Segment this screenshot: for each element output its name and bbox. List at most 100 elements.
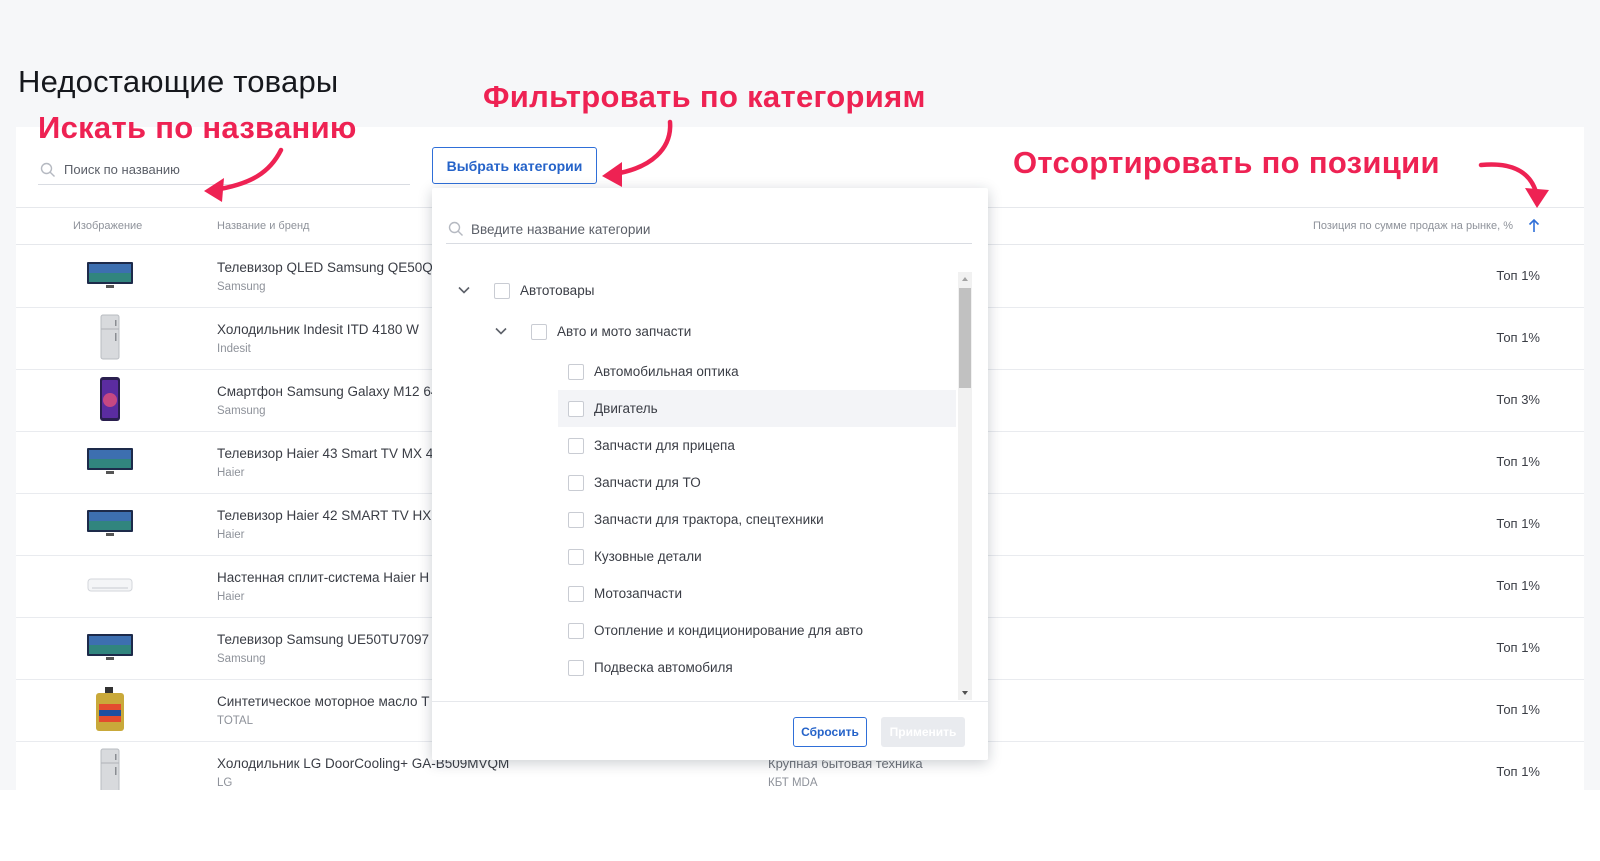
category-label: Подвеска автомобиля: [594, 660, 733, 675]
product-image: [86, 260, 134, 294]
category-label: Двигатель: [594, 401, 658, 416]
header-image: Изображение: [73, 220, 143, 232]
category-label: Авто и мото запчасти: [557, 324, 692, 339]
category-tree: Автотовары Авто и мото запчасти Автомобиль…: [432, 272, 956, 700]
product-name: Настенная сплит-система Haier H: [217, 570, 430, 585]
product-brand: Samsung: [217, 281, 266, 293]
product-position: Топ 1%: [1496, 268, 1540, 283]
category-label: Автотовары: [520, 283, 595, 298]
tv-icon: [86, 446, 134, 481]
tv-icon: [86, 632, 134, 667]
category-item[interactable]: Отопление и кондиционирование для авто: [558, 612, 956, 649]
product-position: Топ 3%: [1496, 392, 1540, 407]
search-box[interactable]: [38, 155, 410, 185]
product-brand: LG: [217, 777, 233, 789]
product-name: Смартфон Samsung Galaxy M12 64: [217, 384, 439, 399]
category-checkbox[interactable]: [568, 548, 584, 565]
product-brand: Haier: [217, 467, 245, 479]
category-checkbox[interactable]: [568, 437, 584, 454]
category-search-box[interactable]: [446, 212, 972, 244]
product-name: Телевизор Haier 42 SMART TV HX: [217, 508, 432, 523]
motor-oil-icon: [93, 686, 127, 737]
category-checkbox[interactable]: [568, 659, 584, 676]
product-image: [86, 508, 134, 542]
product-brand: Haier: [217, 591, 245, 603]
header-name-brand: Название и бренд: [217, 220, 310, 232]
category-checkbox[interactable]: [568, 363, 584, 380]
header-position[interactable]: Позиция по сумме продаж на рынке, %: [1313, 220, 1513, 232]
scroll-down-icon[interactable]: [958, 686, 972, 700]
annotation-sort: Отсортировать по позиции: [1013, 145, 1440, 180]
scroll-thumb[interactable]: [959, 288, 971, 388]
category-item[interactable]: Двигатель: [558, 390, 956, 427]
search-icon: [40, 162, 55, 177]
category-item[interactable]: Автотовары: [432, 272, 956, 309]
select-categories-button[interactable]: Выбрать категории: [432, 147, 597, 184]
category-item[interactable]: Кузовные детали: [558, 538, 956, 575]
product-name: Телевизор Samsung UE50TU7097: [217, 632, 430, 647]
category-checkbox[interactable]: [568, 585, 584, 602]
reset-button[interactable]: Сбросить: [793, 717, 867, 747]
product-name: Синтетическое моторное масло T: [217, 694, 430, 709]
tv-icon: [86, 508, 134, 543]
category-item[interactable]: Запчасти для ТО: [558, 464, 956, 501]
category-label: Запчасти для ТО: [594, 475, 701, 490]
category-checkbox[interactable]: [568, 400, 584, 417]
product-image: [86, 570, 134, 604]
fridge-icon: [98, 314, 122, 365]
category-label: Мотозапчасти: [594, 586, 683, 601]
product-position: Топ 1%: [1496, 330, 1540, 345]
category-scrollbar[interactable]: [958, 272, 972, 700]
product-name: Телевизор QLED Samsung QE50Q: [217, 260, 433, 275]
category-search-input[interactable]: [471, 217, 961, 241]
dropdown-footer: Сбросить Применить: [432, 701, 988, 760]
product-brand: Indesit: [217, 343, 251, 355]
product-position: Топ 1%: [1496, 454, 1540, 469]
category-item[interactable]: Запчасти для прицепа: [558, 427, 956, 464]
category-checkbox[interactable]: [568, 622, 584, 639]
product-position: Топ 1%: [1496, 640, 1540, 655]
sort-arrow-up-icon[interactable]: [1527, 217, 1541, 235]
product-position: Топ 1%: [1496, 578, 1540, 593]
chevron-down-icon[interactable]: [456, 282, 472, 298]
category-label: Отопление и кондиционирование для авто: [594, 623, 864, 638]
smartphone-icon: [98, 376, 122, 427]
category-label: Кузовные детали: [594, 549, 702, 564]
category-checkbox[interactable]: [494, 282, 510, 299]
category-label: Запчасти для трактора, спецтехники: [594, 512, 824, 527]
product-brand: Haier: [217, 529, 245, 541]
category-item[interactable]: Подвеска автомобиля: [558, 649, 956, 686]
annotation-search: Искать по названию: [38, 110, 357, 145]
category-checkbox[interactable]: [531, 323, 547, 340]
product-image: [86, 376, 134, 421]
product-brand: Samsung: [217, 405, 266, 417]
product-position: Топ 1%: [1496, 516, 1540, 531]
apply-button[interactable]: Применить: [881, 717, 965, 747]
tv-icon: [86, 260, 134, 295]
product-position: Топ 1%: [1496, 764, 1540, 779]
category-dropdown: Автотовары Авто и мото запчасти Автомобиль…: [432, 188, 988, 760]
product-image: [86, 446, 134, 480]
product-name: Телевизор Haier 43 Smart TV MX 4: [217, 446, 434, 461]
product-image: [86, 686, 134, 731]
fridge-icon: [98, 748, 122, 790]
category-item[interactable]: Автомобильная оптика: [558, 353, 956, 390]
product-brand: Samsung: [217, 653, 266, 665]
chevron-down-icon[interactable]: [493, 323, 509, 339]
search-input[interactable]: [64, 157, 404, 181]
product-brand: TOTAL: [217, 715, 253, 727]
product-image: [86, 314, 134, 359]
product-subcategory: КБТ MDA: [768, 777, 818, 789]
category-item[interactable]: Авто и мото запчасти: [432, 313, 956, 350]
scroll-up-icon[interactable]: [958, 272, 972, 286]
product-position: Топ 1%: [1496, 702, 1540, 717]
product-image: [86, 748, 134, 790]
annotation-filter: Фильтровать по категориям: [483, 79, 926, 114]
category-checkbox[interactable]: [568, 511, 584, 528]
category-item[interactable]: Запчасти для трактора, спецтехники: [558, 501, 956, 538]
page-title: Недостающие товары: [18, 64, 339, 99]
category-item[interactable]: Мотозапчасти: [558, 575, 956, 612]
product-name: Холодильник Indesit ITD 4180 W: [217, 322, 419, 337]
category-checkbox[interactable]: [568, 474, 584, 491]
category-label: Запчасти для прицепа: [594, 438, 735, 453]
